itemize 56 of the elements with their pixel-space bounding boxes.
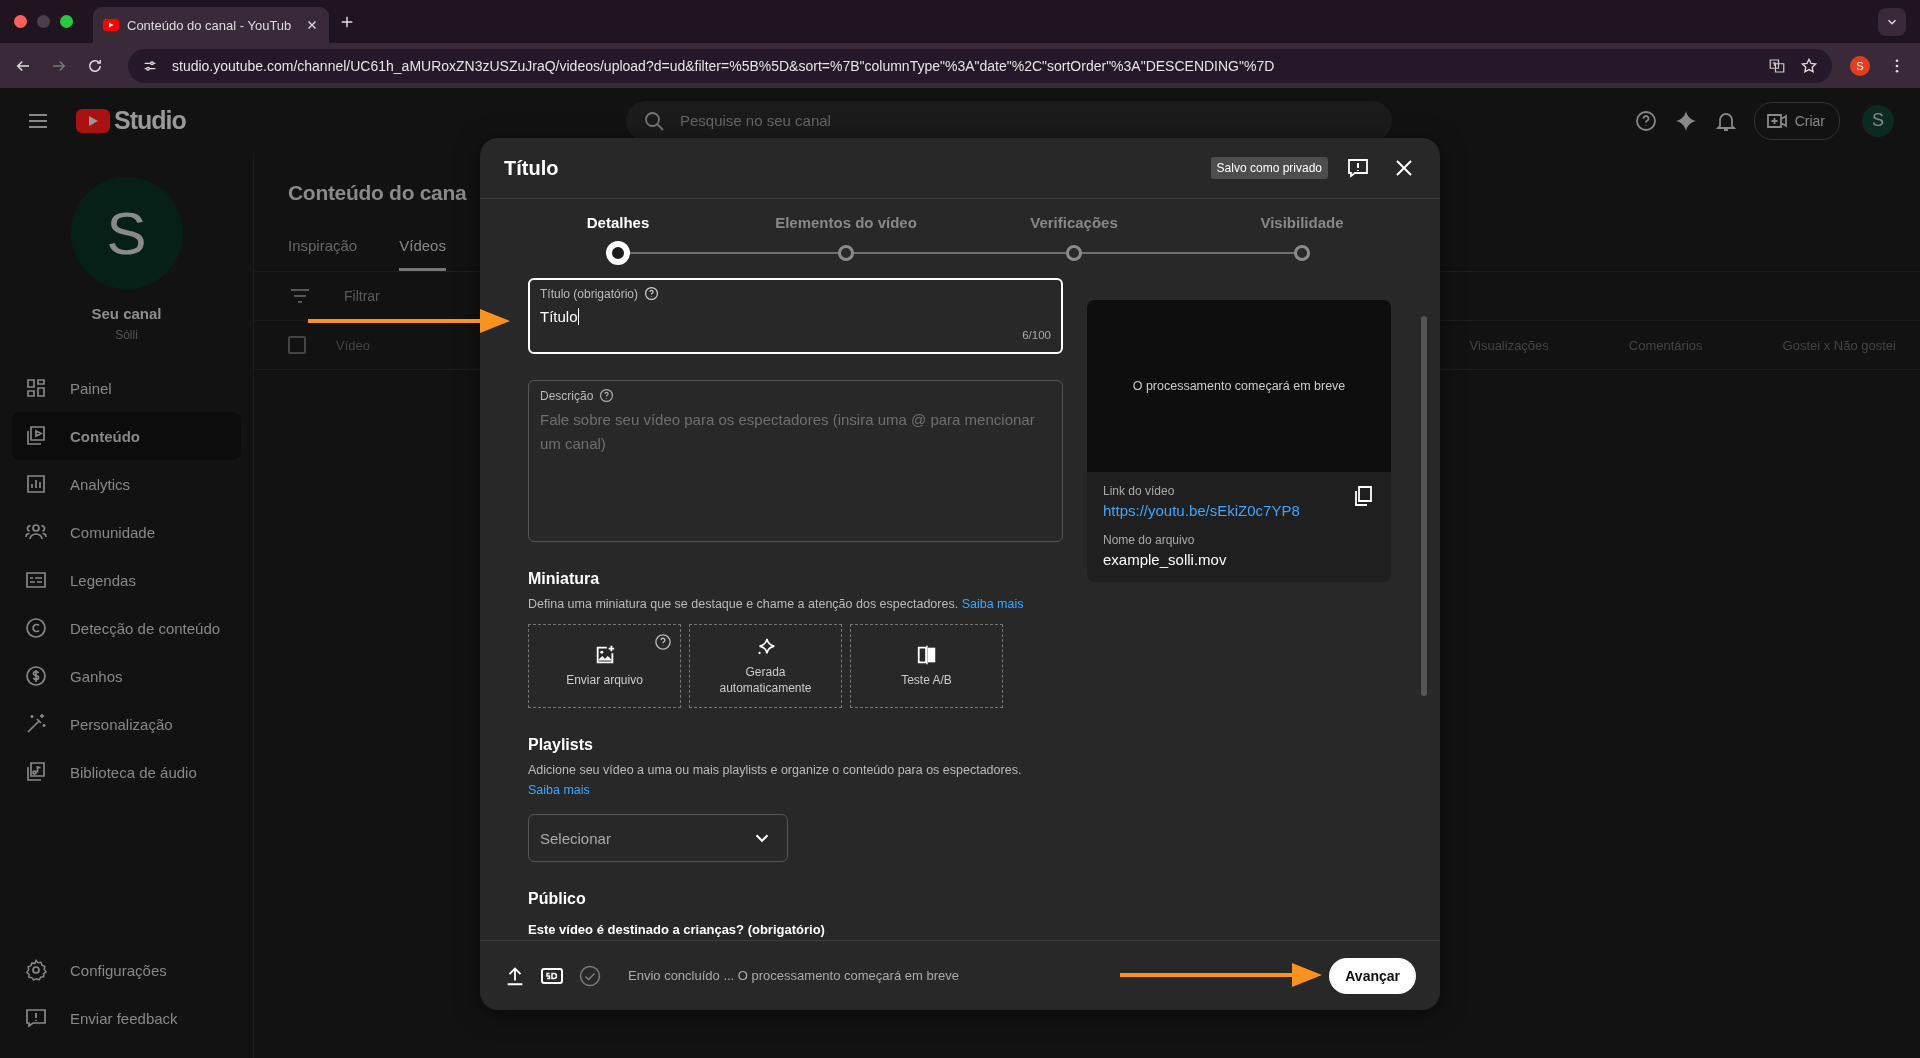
field-label: Título (obrigatório): [540, 286, 639, 301]
channel-handle: Sólli: [115, 328, 138, 342]
section-heading: Playlists: [528, 736, 594, 754]
sidebar-item[interactable]: Painel: [12, 364, 241, 412]
dialog-title: Título: [504, 156, 559, 180]
thumbnail-option[interactable]: Teste A/B: [850, 624, 1003, 708]
step-label[interactable]: Elementos do vídeo: [775, 214, 917, 231]
processing-text: O processamento começará em breve: [1132, 379, 1346, 393]
content-tab[interactable]: Vídeos: [399, 225, 446, 271]
step-label[interactable]: Verificações: [1030, 214, 1118, 231]
field-label: Descrição: [540, 388, 594, 403]
title-field[interactable]: Título (obrigatório) Título 6/100: [528, 278, 1063, 354]
channel-avatar[interactable]: S: [70, 177, 183, 289]
browser-tab[interactable]: Conteúdo do canal - YouTub: [93, 7, 329, 43]
step-label[interactable]: Detalhes: [586, 214, 650, 231]
section-heading: Miniatura: [528, 570, 601, 588]
sidebar-item[interactable]: Enviar feedback: [12, 994, 241, 1042]
section-text: Defina uma miniatura que se destaque e chame a atenção dos espectadores.: [528, 597, 959, 611]
sidebar-item[interactable]: Comunidade: [12, 508, 241, 556]
channel-name: Seu canal: [91, 305, 162, 322]
next-button[interactable]: Avançar: [1329, 957, 1416, 994]
sidebar-item[interactable]: Conteúdo: [12, 412, 241, 460]
section-heading: Público: [528, 890, 587, 908]
description-field[interactable]: Descrição Fale sobre seu vídeo para os espectadores (insira uma @ para mencionar um canal): [528, 380, 1063, 542]
account-avatar[interactable]: S: [1862, 104, 1894, 137]
video-link[interactable]: https://youtu.be/sEkiZ0c7YP8: [1103, 502, 1300, 519]
learn-more-link[interactable]: Saiba mais: [961, 597, 1024, 611]
section-text: Adicione seu vídeo a uma ou mais playlists e organize o conteúdo para os espectadores.: [528, 763, 1022, 777]
info-label: Nome do arquivo: [1103, 533, 1196, 547]
status-badge: Salvo como privado: [1210, 157, 1328, 179]
thumbnail-option[interactable]: Gerada automaticamente: [689, 624, 842, 708]
create-button[interactable]: Criar: [1753, 101, 1840, 140]
address-bar[interactable]: studio.youtube.com/channel/UC61h_aMURoxZN3zUSZuJraQ/videos/upload?d=ud&filter=%5B%5D&sort=%7B"columnType"%3A"date"%2C"sortOrder"%3A"DESCENDING"%7D: [128, 48, 1832, 83]
sidebar-item[interactable]: Biblioteca de áudio: [12, 748, 241, 796]
description-input[interactable]: Fale sobre seu vídeo para os espectadores (insira uma @ para mencionar um canal): [540, 408, 1051, 534]
thumbnail-option[interactable]: Enviar arquivo: [528, 624, 681, 708]
step-label[interactable]: Visibilidade: [1260, 214, 1344, 231]
page-title: Conteúdo do cana: [288, 181, 467, 205]
character-counter: 6/100: [1022, 329, 1051, 341]
profile-avatar[interactable]: S: [1850, 55, 1870, 76]
question-text: Este vídeo é destinado a crianças? (obrigatório): [528, 922, 826, 937]
info-label: Link do vídeo: [1103, 484, 1176, 498]
sidebar-item[interactable]: Detecção de conteúdo: [12, 604, 241, 652]
sidebar-item[interactable]: Analytics: [12, 460, 241, 508]
learn-more-link[interactable]: Saiba mais: [528, 783, 590, 797]
search-field[interactable]: Pesquise no seu canal: [626, 100, 1392, 141]
sidebar-item[interactable]: Configurações: [12, 946, 241, 994]
content-tab[interactable]: Inspiração: [288, 225, 358, 271]
sidebar-item[interactable]: Ganhos: [12, 652, 241, 700]
logo-text: Studio: [114, 106, 186, 135]
playlist-select[interactable]: Selecionar: [528, 814, 788, 862]
file-name: example_solli.mov: [1103, 551, 1228, 568]
sidebar-item[interactable]: Personalização: [12, 700, 241, 748]
filter-field[interactable]: Filtrar: [344, 288, 380, 304]
upload-status: Envio concluído ... O processamento começará em breve: [628, 968, 959, 983]
sidebar-item[interactable]: Legendas: [12, 556, 241, 604]
